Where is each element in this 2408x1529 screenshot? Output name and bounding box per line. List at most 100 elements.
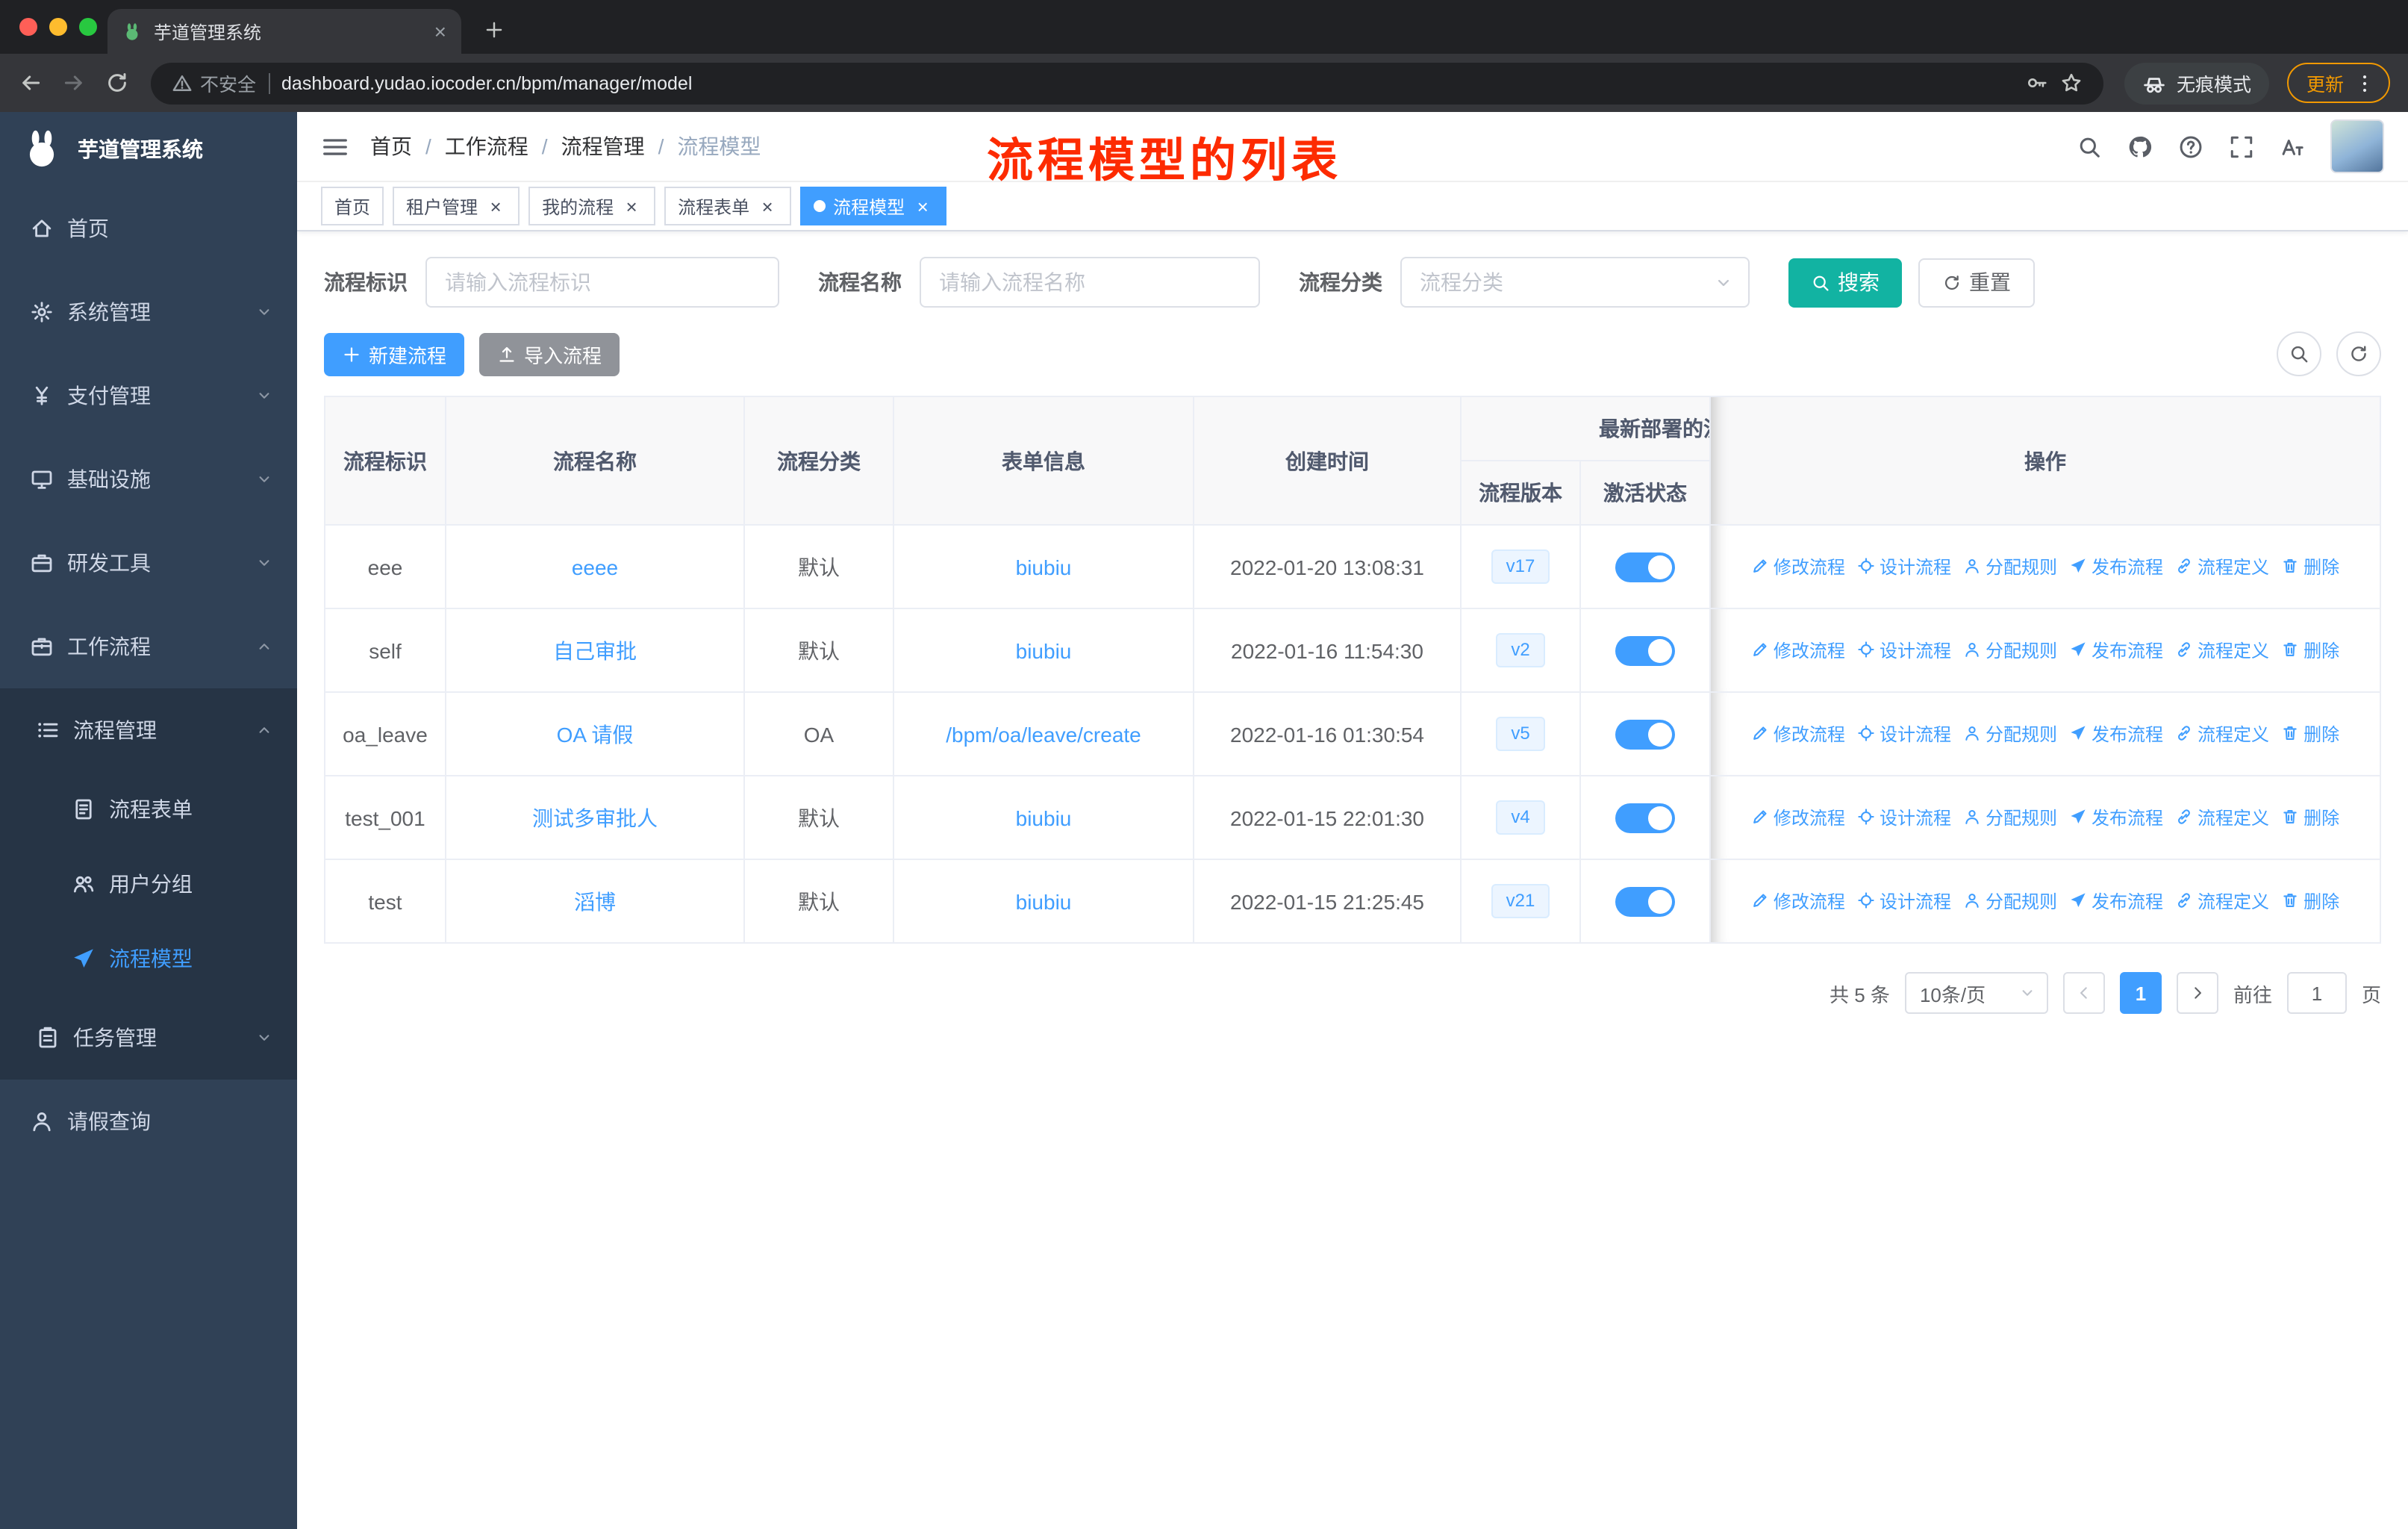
reset-button[interactable]: 重置 bbox=[1918, 258, 2035, 307]
op-delete-link[interactable]: 删除 bbox=[2281, 554, 2339, 579]
menu-dots-icon[interactable] bbox=[2354, 72, 2375, 93]
help-icon[interactable] bbox=[2178, 134, 2203, 159]
avatar[interactable] bbox=[2330, 119, 2384, 173]
op-definition-link[interactable]: 流程定义 bbox=[2175, 805, 2269, 830]
security-indicator[interactable]: 不安全 bbox=[172, 69, 256, 97]
version-badge[interactable]: v5 bbox=[1496, 717, 1545, 751]
font-size-icon[interactable] bbox=[2280, 134, 2305, 159]
reload-icon[interactable] bbox=[105, 70, 130, 96]
sidebar-item-infra[interactable]: 基础设施 bbox=[0, 437, 297, 521]
sidebar-item-task-mgmt[interactable]: 任务管理 bbox=[0, 996, 297, 1080]
op-assign-link[interactable]: 分配规则 bbox=[1963, 888, 2057, 914]
goto-page-input[interactable] bbox=[2286, 972, 2347, 1014]
tab-close-icon[interactable]: × bbox=[434, 21, 446, 42]
form-link[interactable]: biubiu bbox=[1016, 889, 1072, 913]
process-name-link[interactable]: 测试多审批人 bbox=[532, 806, 658, 829]
op-assign-link[interactable]: 分配规则 bbox=[1963, 638, 2057, 663]
op-assign-link[interactable]: 分配规则 bbox=[1963, 805, 2057, 830]
fullscreen-icon[interactable] bbox=[2229, 134, 2254, 159]
op-design-link[interactable]: 设计流程 bbox=[1857, 888, 1951, 914]
op-definition-link[interactable]: 流程定义 bbox=[2175, 554, 2269, 579]
op-publish-link[interactable]: 发布流程 bbox=[2069, 554, 2163, 579]
form-link[interactable]: biubiu bbox=[1016, 806, 1072, 829]
op-design-link[interactable]: 设计流程 bbox=[1857, 721, 1951, 747]
sidebar-item-payment[interactable]: 支付管理 bbox=[0, 354, 297, 437]
form-link[interactable]: biubiu bbox=[1016, 555, 1072, 579]
form-link[interactable]: biubiu bbox=[1016, 638, 1072, 662]
process-id-input[interactable] bbox=[425, 257, 779, 308]
op-modify-link[interactable]: 修改流程 bbox=[1751, 554, 1845, 579]
sidebar-item-process-form[interactable]: 流程表单 bbox=[0, 772, 297, 847]
sidebar-item-process-model[interactable]: 流程模型 bbox=[0, 921, 297, 996]
active-toggle[interactable] bbox=[1615, 719, 1675, 749]
op-design-link[interactable]: 设计流程 bbox=[1857, 638, 1951, 663]
sidebar-item-workflow[interactable]: 工作流程 bbox=[0, 605, 297, 688]
breadcrumb-item[interactable]: 工作流程 bbox=[445, 131, 528, 161]
op-publish-link[interactable]: 发布流程 bbox=[2069, 888, 2163, 914]
op-design-link[interactable]: 设计流程 bbox=[1857, 805, 1951, 830]
tag-process-model-active[interactable]: 流程模型 × bbox=[800, 187, 947, 225]
version-badge[interactable]: v2 bbox=[1496, 633, 1545, 667]
breadcrumb-item[interactable]: 首页 bbox=[370, 131, 412, 161]
tag-tenant[interactable]: 租户管理 × bbox=[393, 187, 520, 225]
op-publish-link[interactable]: 发布流程 bbox=[2069, 721, 2163, 747]
op-delete-link[interactable]: 删除 bbox=[2281, 805, 2339, 830]
browser-tab[interactable]: 芋道管理系统 × bbox=[107, 9, 461, 54]
zoom-window-button[interactable] bbox=[79, 18, 97, 36]
op-modify-link[interactable]: 修改流程 bbox=[1751, 888, 1845, 914]
op-publish-link[interactable]: 发布流程 bbox=[2069, 805, 2163, 830]
close-window-button[interactable] bbox=[19, 18, 37, 36]
op-modify-link[interactable]: 修改流程 bbox=[1751, 805, 1845, 830]
version-badge[interactable]: v17 bbox=[1491, 549, 1550, 584]
close-icon[interactable]: × bbox=[485, 196, 506, 217]
version-badge[interactable]: v4 bbox=[1496, 800, 1545, 835]
op-publish-link[interactable]: 发布流程 bbox=[2069, 638, 2163, 663]
op-definition-link[interactable]: 流程定义 bbox=[2175, 888, 2269, 914]
sidebar-item-devtools[interactable]: 研发工具 bbox=[0, 521, 297, 605]
close-icon[interactable]: × bbox=[912, 196, 933, 217]
next-page-button[interactable] bbox=[2176, 972, 2218, 1014]
forward-icon[interactable] bbox=[61, 70, 87, 96]
current-page[interactable]: 1 bbox=[2119, 972, 2162, 1014]
process-name-link[interactable]: 滔博 bbox=[574, 889, 616, 913]
bookmark-star-icon[interactable] bbox=[2060, 72, 2083, 94]
op-definition-link[interactable]: 流程定义 bbox=[2175, 721, 2269, 747]
op-modify-link[interactable]: 修改流程 bbox=[1751, 721, 1845, 747]
op-modify-link[interactable]: 修改流程 bbox=[1751, 638, 1845, 663]
create-process-button[interactable]: 新建流程 bbox=[324, 332, 465, 376]
import-process-button[interactable]: 导入流程 bbox=[479, 332, 620, 376]
toggle-search-button[interactable] bbox=[2277, 331, 2321, 376]
version-badge[interactable]: v21 bbox=[1491, 884, 1550, 918]
search-icon[interactable] bbox=[2077, 134, 2102, 159]
op-delete-link[interactable]: 删除 bbox=[2281, 638, 2339, 663]
tag-my-process[interactable]: 我的流程 × bbox=[528, 187, 656, 225]
minimize-window-button[interactable] bbox=[49, 18, 67, 36]
op-design-link[interactable]: 设计流程 bbox=[1857, 554, 1951, 579]
active-toggle[interactable] bbox=[1615, 803, 1675, 832]
category-select[interactable]: 流程分类 bbox=[1400, 257, 1750, 308]
sidebar-item-system[interactable]: 系统管理 bbox=[0, 270, 297, 354]
active-toggle[interactable] bbox=[1615, 886, 1675, 916]
back-icon[interactable] bbox=[18, 70, 43, 96]
process-name-link[interactable]: eeee bbox=[572, 555, 618, 579]
new-tab-button[interactable] bbox=[476, 12, 512, 48]
sidebar-item-user-group[interactable]: 用户分组 bbox=[0, 847, 297, 921]
page-size-select[interactable]: 10条/页 bbox=[1904, 972, 2048, 1014]
refresh-table-button[interactable] bbox=[2336, 331, 2381, 376]
github-icon[interactable] bbox=[2127, 134, 2153, 159]
op-definition-link[interactable]: 流程定义 bbox=[2175, 638, 2269, 663]
hamburger-icon[interactable] bbox=[321, 132, 349, 161]
sidebar-item-process-mgmt[interactable]: 流程管理 bbox=[0, 688, 297, 772]
close-icon[interactable]: × bbox=[757, 196, 778, 217]
update-button[interactable]: 更新 bbox=[2286, 63, 2390, 103]
op-delete-link[interactable]: 删除 bbox=[2281, 888, 2339, 914]
address-bar[interactable]: 不安全 dashboard.yudao.iocoder.cn/bpm/manag… bbox=[151, 62, 2103, 104]
password-key-icon[interactable] bbox=[2026, 72, 2048, 94]
active-toggle[interactable] bbox=[1615, 635, 1675, 665]
process-name-input[interactable] bbox=[920, 257, 1260, 308]
process-name-link[interactable]: OA 请假 bbox=[557, 722, 634, 746]
close-icon[interactable]: × bbox=[621, 196, 642, 217]
prev-page-button[interactable] bbox=[2062, 972, 2105, 1014]
search-button[interactable]: 搜索 bbox=[1788, 258, 1902, 307]
sidebar-item-home[interactable]: 首页 bbox=[0, 187, 297, 270]
